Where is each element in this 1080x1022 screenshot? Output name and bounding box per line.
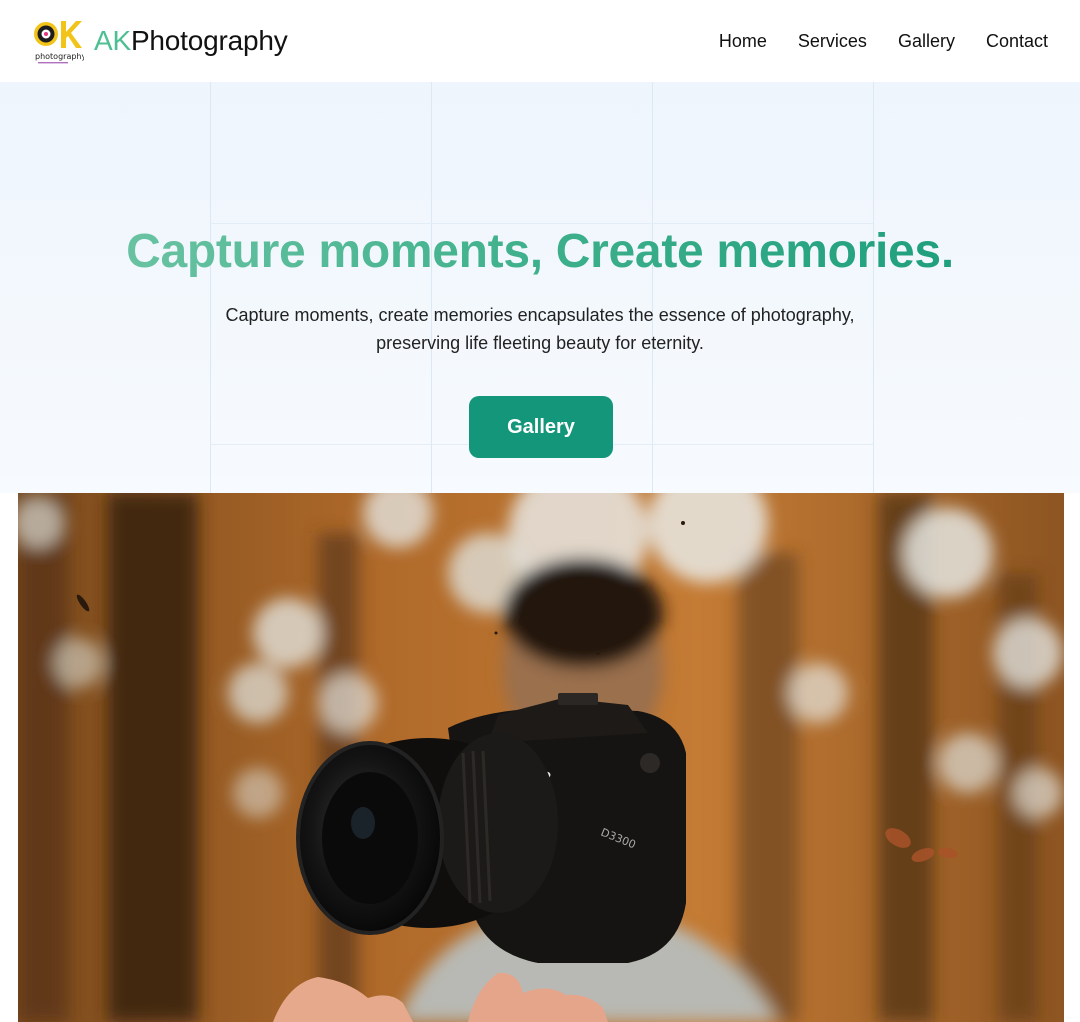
nav-gallery[interactable]: Gallery bbox=[898, 32, 955, 50]
hero-subtext-line-2: preserving life fleeting beauty for eter… bbox=[376, 333, 704, 353]
hero-subtext: Capture moments, create memories encapsu… bbox=[190, 301, 890, 357]
gallery-button[interactable]: Gallery bbox=[469, 396, 613, 458]
hero-photo: Nikon D3300 bbox=[18, 493, 1064, 1022]
logo-link[interactable]: photography AKPhotography bbox=[32, 17, 288, 65]
site-header: photography AKPhotography Home Services … bbox=[0, 0, 1080, 82]
nav-services[interactable]: Services bbox=[798, 32, 867, 50]
brand-rest: Photography bbox=[130, 25, 288, 56]
brand-accent: AK bbox=[94, 25, 131, 56]
grid-line bbox=[873, 82, 874, 493]
hero-subtext-line-1: Capture moments, create memories encapsu… bbox=[225, 305, 855, 325]
logo-text: photography bbox=[35, 52, 84, 61]
grid-line bbox=[431, 82, 432, 493]
brand-name: AKPhotography bbox=[94, 27, 288, 55]
grid-line bbox=[652, 82, 653, 493]
grid-line bbox=[210, 82, 211, 493]
hero-headline: Capture moments, Create memories. bbox=[0, 224, 1080, 280]
hero-section: Capture moments, Create memories. Captur… bbox=[0, 82, 1080, 493]
camera-aperture-logo-icon: photography bbox=[32, 17, 86, 65]
nav-home[interactable]: Home bbox=[719, 32, 767, 50]
main-nav: Home Services Gallery Contact bbox=[719, 32, 1048, 50]
nav-contact[interactable]: Contact bbox=[986, 32, 1048, 50]
